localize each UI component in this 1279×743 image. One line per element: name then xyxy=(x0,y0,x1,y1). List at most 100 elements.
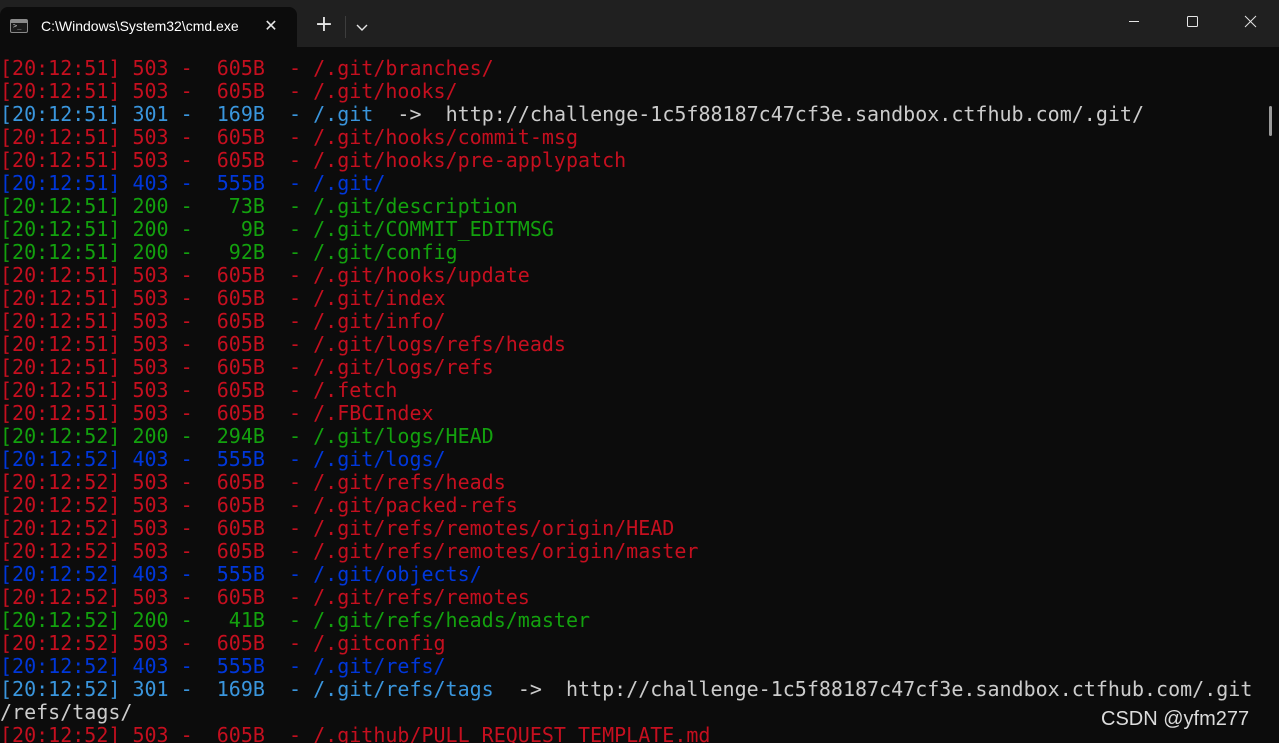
tab-close-button[interactable]: ✕ xyxy=(258,13,284,39)
log-path: /.git/logs/HEAD xyxy=(313,424,494,448)
terminal-line: [20:12:51] 503 - 605B - /.FBCIndex xyxy=(0,402,434,425)
separator: - xyxy=(264,447,314,471)
separator xyxy=(120,148,132,172)
separator: - xyxy=(168,263,217,287)
log-size: 9B xyxy=(216,217,265,241)
log-status-code: 503 xyxy=(132,286,169,310)
separator xyxy=(120,470,132,494)
terminal-line: [20:12:51] 200 - 9B - /.git/COMMIT_EDITM… xyxy=(0,218,554,241)
minimize-button[interactable] xyxy=(1105,0,1163,44)
terminal-line: [20:12:52] 503 - 605B - /.git/packed-ref… xyxy=(0,494,518,517)
scrollbar-thumb[interactable] xyxy=(1269,106,1272,136)
separator xyxy=(120,723,132,743)
terminal-line: [20:12:51] 403 - 555B - /.git/ xyxy=(0,172,385,195)
tab-cmd[interactable]: C:\Windows\System32\cmd.exe ✕ xyxy=(0,7,297,47)
log-status-code: 403 xyxy=(132,447,169,471)
log-path: /.git/objects/ xyxy=(313,562,482,586)
log-status-code: 200 xyxy=(132,217,169,241)
separator xyxy=(494,677,518,701)
separator: - xyxy=(264,424,314,448)
separator xyxy=(120,562,132,586)
log-status-code: 503 xyxy=(132,79,169,103)
separator: - xyxy=(168,562,217,586)
separator xyxy=(120,401,132,425)
log-path: /.git/hooks/update xyxy=(313,263,530,287)
log-status-code: 503 xyxy=(132,125,169,149)
log-timestamp: [20:12:51] xyxy=(0,125,121,149)
log-timestamp: [20:12:51] xyxy=(0,148,121,172)
log-status-code: 503 xyxy=(132,401,169,425)
separator: - xyxy=(264,585,314,609)
separator: - xyxy=(168,493,217,517)
log-timestamp: [20:12:52] xyxy=(0,677,121,701)
separator xyxy=(120,539,132,563)
log-timestamp: [20:12:52] xyxy=(0,608,121,632)
separator xyxy=(120,240,132,264)
log-status-code: 503 xyxy=(132,493,169,517)
redirect-target: http://challenge-1c5f88187c47cf3e.sandbo… xyxy=(445,102,1144,126)
log-size: 605B xyxy=(216,378,265,402)
separator: - xyxy=(264,539,314,563)
terminal-line: [20:12:51] 503 - 605B - /.git/info/ xyxy=(0,310,446,333)
separator: - xyxy=(168,447,217,471)
terminal-line: [20:12:52] 503 - 605B - /.github/PULL_RE… xyxy=(0,724,710,743)
log-path: /.gitconfig xyxy=(313,631,446,655)
terminal-line: [20:12:52] 403 - 555B - /.git/logs/ xyxy=(0,448,446,471)
log-path: /.git/hooks/ xyxy=(313,79,458,103)
log-timestamp: [20:12:51] xyxy=(0,355,121,379)
terminal-output[interactable]: [20:12:51] 503 - 605B - /.git/branches/[… xyxy=(0,57,1264,743)
new-tab-button[interactable]: + xyxy=(310,12,338,40)
log-status-code: 503 xyxy=(132,263,169,287)
separator: - xyxy=(264,125,314,149)
tab-divider xyxy=(345,16,346,38)
separator xyxy=(422,102,446,126)
separator xyxy=(120,263,132,287)
separator xyxy=(120,355,132,379)
separator: - xyxy=(264,378,314,402)
log-size: 605B xyxy=(216,631,265,655)
log-size: 605B xyxy=(216,125,265,149)
minimize-icon xyxy=(1129,21,1139,22)
log-path: /.git/logs/refs/heads xyxy=(313,332,566,356)
separator: - xyxy=(264,171,314,195)
log-status-code: 403 xyxy=(132,562,169,586)
terminal-line: [20:12:51] 503 - 605B - /.fetch xyxy=(0,379,397,402)
log-status-code: 503 xyxy=(132,378,169,402)
separator: - xyxy=(168,539,217,563)
log-path: /.git/refs/remotes/origin/master xyxy=(313,539,699,563)
separator: - xyxy=(264,79,314,103)
separator xyxy=(120,585,132,609)
terminal-line: [20:12:51] 200 - 73B - /.git/description xyxy=(0,195,518,218)
log-status-code: 301 xyxy=(132,102,169,126)
separator xyxy=(120,286,132,310)
log-size: 605B xyxy=(216,286,265,310)
terminal-line: [20:12:51] 503 - 605B - /.git/hooks/pre-… xyxy=(0,149,626,172)
log-status-code: 503 xyxy=(132,723,169,743)
separator: - xyxy=(168,516,217,540)
separator xyxy=(120,171,132,195)
separator: - xyxy=(168,723,217,743)
redirect-arrow: -> xyxy=(397,102,422,126)
log-timestamp: [20:12:52] xyxy=(0,562,121,586)
log-timestamp: [20:12:52] xyxy=(0,631,121,655)
terminal-line: [20:12:51] 503 - 605B - /.git/hooks/upda… xyxy=(0,264,530,287)
title-bar: C:\Windows\System32\cmd.exe ✕ + xyxy=(0,0,1279,47)
watermark: CSDN @yfm277 xyxy=(1101,708,1250,730)
separator: - xyxy=(264,608,314,632)
log-size: 605B xyxy=(216,263,265,287)
tab-dropdown-button[interactable] xyxy=(350,13,374,41)
log-timestamp: [20:12:51] xyxy=(0,171,121,195)
maximize-button[interactable] xyxy=(1163,0,1221,44)
log-path: /.git/packed-refs xyxy=(313,493,518,517)
separator xyxy=(120,217,132,241)
separator: - xyxy=(168,631,217,655)
log-size: 605B xyxy=(216,539,265,563)
separator xyxy=(542,677,566,701)
log-size: 555B xyxy=(216,171,265,195)
separator: - xyxy=(264,57,314,80)
log-path: /.git/ xyxy=(313,171,386,195)
close-window-button[interactable] xyxy=(1221,0,1279,44)
separator xyxy=(120,493,132,517)
separator xyxy=(120,424,132,448)
terminal-line: [20:12:52] 200 - 294B - /.git/logs/HEAD xyxy=(0,425,494,448)
